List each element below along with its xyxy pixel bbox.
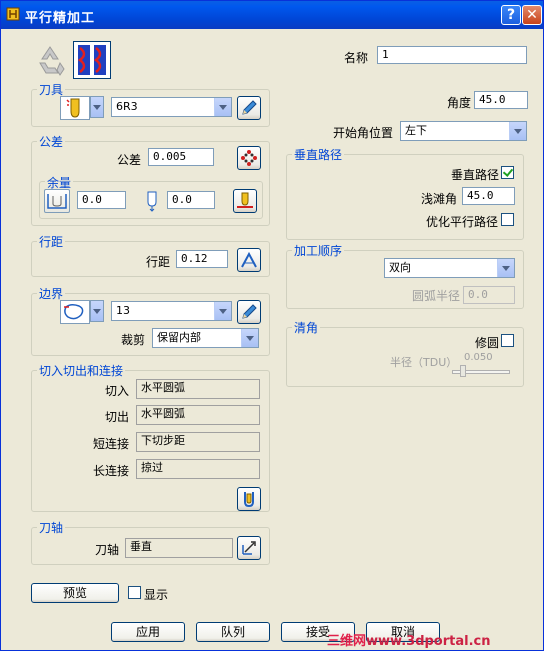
app-icon	[6, 7, 20, 21]
boundary-select[interactable]: 13	[111, 301, 232, 321]
leads-links-icon	[244, 492, 254, 508]
boundary-type-icon[interactable]	[60, 300, 90, 324]
window-title: 平行精加工	[25, 11, 96, 26]
chevron-down-icon	[509, 122, 526, 140]
shallow-angle-label: 浅滩角	[421, 192, 458, 206]
tool-select[interactable]: 6R3	[111, 97, 232, 117]
chevron-down-icon	[497, 259, 514, 277]
name-label: 名称	[344, 51, 369, 65]
allowance-button[interactable]	[233, 189, 257, 213]
fillet-checkbox[interactable]	[501, 334, 514, 347]
stepover-button[interactable]	[237, 248, 261, 272]
lead-out-label: 切出	[105, 410, 130, 424]
tool-type-icon[interactable]	[60, 96, 90, 120]
dialog-window: 平行精加工 ? ✕ 名称 1 刀具 6R3 角度 45.0 开始角位置 左下 公…	[0, 0, 544, 651]
radius-label: 半径（TDU）	[390, 356, 458, 369]
stepover-icon	[241, 251, 257, 268]
diamond-dots-icon	[241, 150, 257, 166]
site-watermark: 三维网www.3dportal.cn	[327, 634, 491, 649]
stepover-input[interactable]: 0.12	[176, 250, 228, 268]
start-corner-label: 开始角位置	[333, 126, 394, 140]
tool-axis-icon	[242, 541, 256, 555]
tool-allowance-icon	[237, 192, 253, 208]
name-input[interactable]: 1	[377, 46, 527, 64]
stepover-label: 行距	[146, 255, 171, 269]
shallow-angle-input[interactable]: 45.0	[462, 187, 515, 205]
chevron-down-icon	[241, 329, 258, 347]
optimize-parallel-label: 优化平行路径	[426, 215, 499, 229]
tool-axis-group-title: 刀轴	[37, 519, 66, 536]
corner-group-title: 清角	[292, 319, 321, 336]
radial-allowance-icon[interactable]	[44, 189, 70, 213]
tool-axis-field: 垂直	[125, 538, 233, 558]
tool-axis-button[interactable]	[237, 536, 261, 560]
arc-radius-input[interactable]: 0.0	[463, 286, 515, 304]
axial-allowance-icon	[144, 190, 160, 212]
trim-label: 裁剪	[121, 333, 146, 347]
radius-slider-thumb[interactable]	[460, 365, 466, 377]
order-select[interactable]: 双向	[384, 258, 515, 278]
arc-radius-label: 圆弧半径	[412, 289, 461, 303]
long-link-label: 长连接	[93, 464, 130, 478]
order-group-title: 加工顺序	[292, 242, 345, 259]
tolerance-button[interactable]	[237, 146, 261, 170]
angle-input[interactable]: 45.0	[474, 91, 528, 109]
tool-axis-label: 刀轴	[95, 543, 120, 557]
title-bar: 平行精加工 ? ✕	[1, 1, 543, 29]
long-link-field: 掠过	[136, 459, 260, 479]
pencil-icon	[242, 304, 257, 319]
pencil-icon	[242, 100, 257, 115]
edit-boundary-button[interactable]	[237, 300, 261, 324]
axial-allowance-input[interactable]: 0.0	[167, 191, 215, 209]
edit-tool-button[interactable]	[237, 96, 261, 120]
help-button[interactable]: ?	[501, 5, 521, 25]
fillet-label: 修圆	[475, 336, 500, 350]
leads-links-group-title: 切入切出和连接	[37, 362, 126, 379]
vertical-path-checkbox[interactable]	[501, 166, 514, 179]
recycle-icon[interactable]	[31, 41, 69, 79]
stepover-group-title: 行距	[37, 233, 66, 250]
short-link-field: 下切步距	[136, 432, 260, 452]
parallel-finishing-icon[interactable]	[73, 41, 111, 79]
tool-type-dropdown-arrow[interactable]	[90, 96, 104, 118]
chevron-down-icon	[214, 302, 231, 320]
vertical-path-group-title: 垂直路径	[292, 146, 345, 163]
radial-allowance-input[interactable]: 0.0	[77, 191, 126, 209]
show-checkbox[interactable]	[128, 586, 141, 599]
lead-out-field: 水平圆弧	[136, 405, 260, 425]
leads-links-button[interactable]	[237, 487, 261, 511]
queue-button[interactable]: 队列	[196, 622, 270, 642]
chevron-down-icon	[214, 98, 231, 116]
trim-select[interactable]: 保留内部	[152, 328, 259, 348]
tolerance-label: 公差	[117, 153, 142, 167]
tolerance-input[interactable]: 0.005	[148, 148, 214, 166]
start-corner-select[interactable]: 左下	[400, 121, 527, 141]
show-label: 显示	[144, 588, 169, 602]
boundary-type-dropdown-arrow[interactable]	[90, 300, 104, 322]
vertical-path-label: 垂直路径	[451, 168, 500, 182]
short-link-label: 短连接	[93, 437, 130, 451]
angle-label: 角度	[447, 96, 472, 110]
optimize-parallel-checkbox[interactable]	[501, 213, 514, 226]
preview-button[interactable]: 预览	[31, 583, 119, 603]
lead-in-field: 水平圆弧	[136, 379, 260, 399]
close-button[interactable]: ✕	[522, 5, 542, 25]
apply-button[interactable]: 应用	[111, 622, 185, 642]
radius-value: 0.050	[464, 352, 493, 363]
tolerance-group-title: 公差	[37, 133, 66, 150]
lead-in-label: 切入	[105, 384, 130, 398]
